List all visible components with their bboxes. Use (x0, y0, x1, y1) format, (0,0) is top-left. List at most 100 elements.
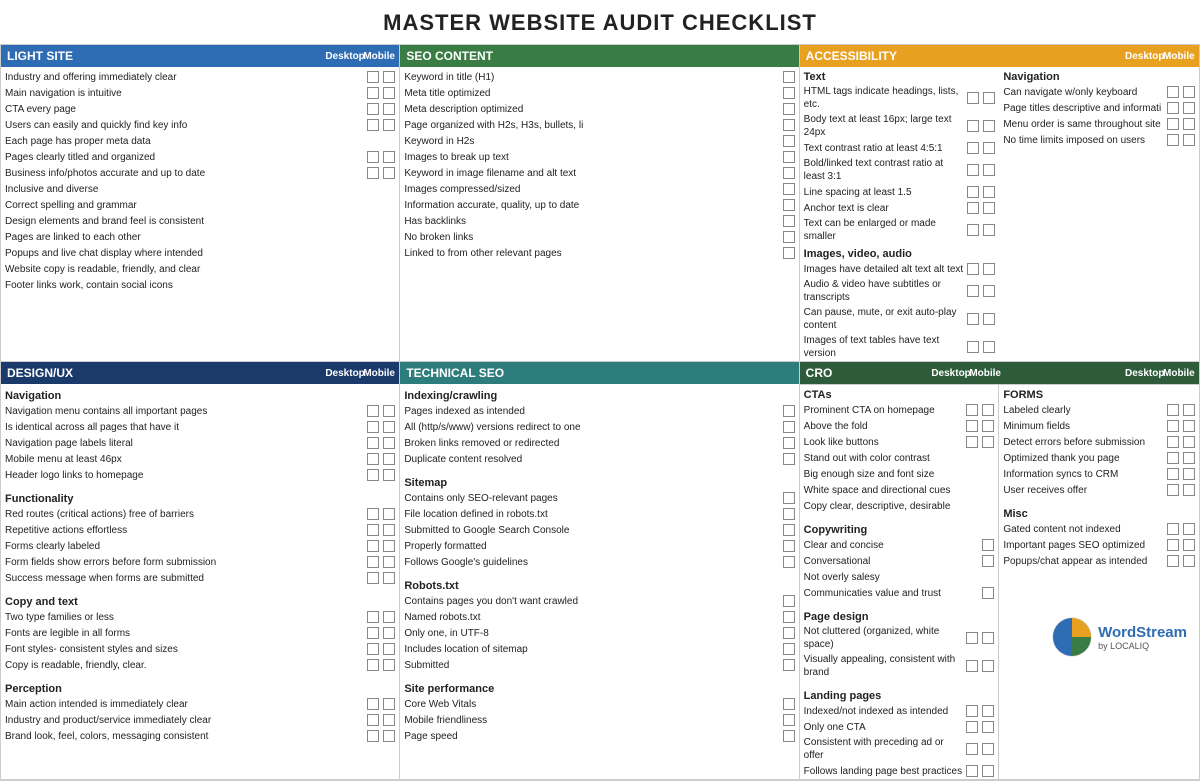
checkbox[interactable] (983, 186, 995, 198)
checkbox[interactable] (967, 313, 979, 325)
checkbox[interactable] (383, 698, 395, 710)
checkbox[interactable] (383, 151, 395, 163)
checkbox[interactable] (783, 453, 795, 465)
checkbox[interactable] (367, 730, 379, 742)
checkbox[interactable] (1183, 420, 1195, 432)
checkbox[interactable] (383, 714, 395, 726)
checkbox[interactable] (966, 436, 978, 448)
checkbox[interactable] (1183, 539, 1195, 551)
checkbox[interactable] (783, 540, 795, 552)
checkbox[interactable] (383, 167, 395, 179)
checkbox[interactable] (367, 611, 379, 623)
checkbox[interactable] (783, 167, 795, 179)
checkbox[interactable] (783, 215, 795, 227)
checkbox[interactable] (983, 285, 995, 297)
checkbox[interactable] (367, 405, 379, 417)
checkbox[interactable] (783, 437, 795, 449)
checkbox[interactable] (383, 437, 395, 449)
checkbox[interactable] (1167, 452, 1179, 464)
checkbox[interactable] (982, 404, 994, 416)
checkbox[interactable] (982, 436, 994, 448)
checkbox[interactable] (1167, 468, 1179, 480)
checkbox[interactable] (1183, 523, 1195, 535)
checkbox[interactable] (383, 453, 395, 465)
checkbox[interactable] (966, 721, 978, 733)
checkbox[interactable] (1183, 436, 1195, 448)
checkbox[interactable] (367, 103, 379, 115)
checkbox[interactable] (966, 404, 978, 416)
checkbox[interactable] (367, 119, 379, 131)
checkbox[interactable] (383, 730, 395, 742)
checkbox[interactable] (967, 120, 979, 132)
checkbox[interactable] (1167, 555, 1179, 567)
checkbox[interactable] (967, 202, 979, 214)
checkbox[interactable] (966, 765, 978, 777)
checkbox[interactable] (783, 405, 795, 417)
checkbox[interactable] (383, 556, 395, 568)
checkbox[interactable] (783, 71, 795, 83)
checkbox[interactable] (966, 420, 978, 432)
checkbox[interactable] (383, 572, 395, 584)
checkbox[interactable] (982, 765, 994, 777)
checkbox[interactable] (1167, 404, 1179, 416)
checkbox[interactable] (367, 151, 379, 163)
checkbox[interactable] (1167, 484, 1179, 496)
checkbox[interactable] (982, 539, 994, 551)
checkbox[interactable] (983, 164, 995, 176)
checkbox[interactable] (982, 660, 994, 672)
checkbox[interactable] (383, 103, 395, 115)
checkbox[interactable] (367, 167, 379, 179)
checkbox[interactable] (966, 660, 978, 672)
checkbox[interactable] (783, 492, 795, 504)
checkbox[interactable] (983, 202, 995, 214)
checkbox[interactable] (1167, 539, 1179, 551)
checkbox[interactable] (367, 508, 379, 520)
checkbox[interactable] (982, 555, 994, 567)
checkbox[interactable] (367, 698, 379, 710)
checkbox[interactable] (983, 313, 995, 325)
checkbox[interactable] (1167, 436, 1179, 448)
checkbox[interactable] (982, 705, 994, 717)
checkbox[interactable] (983, 92, 995, 104)
checkbox[interactable] (1167, 86, 1179, 98)
checkbox[interactable] (383, 119, 395, 131)
checkbox[interactable] (1183, 118, 1195, 130)
checkbox[interactable] (367, 453, 379, 465)
checkbox[interactable] (783, 730, 795, 742)
checkbox[interactable] (983, 263, 995, 275)
checkbox[interactable] (1167, 523, 1179, 535)
checkbox[interactable] (367, 659, 379, 671)
checkbox[interactable] (383, 421, 395, 433)
checkbox[interactable] (367, 524, 379, 536)
checkbox[interactable] (367, 540, 379, 552)
checkbox[interactable] (967, 285, 979, 297)
checkbox[interactable] (783, 611, 795, 623)
checkbox[interactable] (967, 341, 979, 353)
checkbox[interactable] (367, 437, 379, 449)
checkbox[interactable] (783, 103, 795, 115)
checkbox[interactable] (383, 659, 395, 671)
checkbox[interactable] (982, 632, 994, 644)
checkbox[interactable] (983, 120, 995, 132)
checkbox[interactable] (966, 632, 978, 644)
checkbox[interactable] (783, 135, 795, 147)
checkbox[interactable] (383, 524, 395, 536)
checkbox[interactable] (783, 595, 795, 607)
checkbox[interactable] (783, 714, 795, 726)
checkbox[interactable] (783, 508, 795, 520)
checkbox[interactable] (783, 199, 795, 211)
checkbox[interactable] (967, 224, 979, 236)
checkbox[interactable] (783, 659, 795, 671)
checkbox[interactable] (783, 87, 795, 99)
checkbox[interactable] (783, 421, 795, 433)
checkbox[interactable] (367, 556, 379, 568)
checkbox[interactable] (967, 92, 979, 104)
checkbox[interactable] (966, 705, 978, 717)
checkbox[interactable] (1183, 468, 1195, 480)
checkbox[interactable] (367, 714, 379, 726)
checkbox[interactable] (1183, 102, 1195, 114)
checkbox[interactable] (783, 643, 795, 655)
checkbox[interactable] (982, 721, 994, 733)
checkbox[interactable] (967, 164, 979, 176)
checkbox[interactable] (383, 643, 395, 655)
